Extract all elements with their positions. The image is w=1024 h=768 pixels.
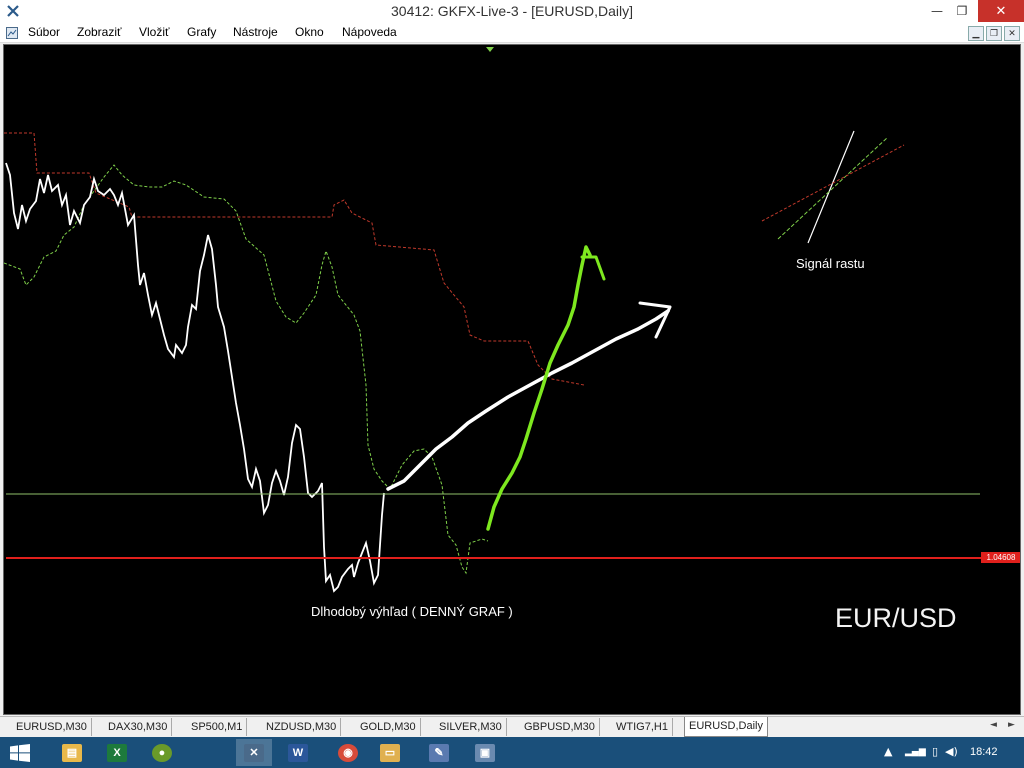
tab-eurusd-daily[interactable]: EURUSD,Daily (684, 717, 768, 737)
taskbar-app-7[interactable]: ▭ (372, 739, 408, 766)
chart-shift-marker (486, 47, 494, 52)
taskbar-app-2[interactable]: X (99, 739, 135, 766)
white-arrow-shaft (386, 309, 670, 491)
signal-line-white (807, 130, 855, 244)
battery-icon[interactable]: ▯ (932, 745, 938, 758)
menu-tools[interactable]: Nástroje (233, 25, 278, 39)
taskbar-app-3[interactable]: ● (144, 739, 180, 766)
paint-app-icon: ✎ (429, 743, 449, 762)
menu-help[interactable]: Nápoveda (342, 25, 397, 39)
taskbar-app-1[interactable]: ▤ (54, 739, 90, 766)
menu-file[interactable]: Súbor (28, 25, 60, 39)
signal-line-green (777, 136, 889, 240)
signal-line-red (761, 144, 905, 222)
menu-window[interactable]: Okno (295, 25, 324, 39)
red-dashed-line (4, 132, 585, 386)
tray-overflow-icon[interactable]: ▲ (884, 745, 892, 758)
menu-bar: Súbor Zobraziť Vložiť Grafy Nástroje Okn… (0, 23, 1024, 43)
chart-tab-bar: EURUSD,M30 DAX30,M30 SP500,M1 NZDUSD,M30… (0, 716, 1024, 737)
taskbar-app-6[interactable]: ◉ (330, 739, 366, 766)
title-bar: 30412: GKFX-Live-3 - [EURUSD,Daily] — ❐ … (0, 0, 1024, 23)
tab-eurusd-m30[interactable]: EURUSD,M30 (12, 718, 92, 736)
close-button[interactable]: ✕ (978, 0, 1024, 22)
chrome-icon: ◉ (338, 743, 358, 762)
tab-gbpusd-m30[interactable]: GBPUSD,M30 (520, 718, 600, 736)
metatrader-icon: ✕ (244, 743, 264, 762)
tab-wtig7-h1[interactable]: WTIG7,H1 (612, 718, 673, 736)
price-chart[interactable]: Signál rastu Dlhodobý výhľad ( DENNÝ GRA… (3, 44, 1021, 715)
green-globe-app-icon: ● (152, 743, 172, 762)
price-tag: 1.04608 (981, 552, 1020, 563)
green-dashed-line (4, 164, 489, 575)
word-icon: W (288, 743, 308, 762)
child-close-button[interactable]: ✕ (1004, 26, 1020, 41)
menu-charts[interactable]: Grafy (187, 25, 216, 39)
chart-document-icon[interactable] (5, 26, 19, 40)
green-arrow-head (580, 255, 606, 281)
taskbar-app-4[interactable]: ✕ (236, 739, 272, 766)
folder-icon: ▭ (380, 743, 400, 762)
tab-gold-m30[interactable]: GOLD,M30 (356, 718, 421, 736)
taskbar-clock[interactable]: 18:42 (970, 746, 998, 758)
volume-icon[interactable]: ◀) (945, 745, 958, 758)
tab-nzdusd-m30[interactable]: NZDUSD,M30 (262, 718, 342, 736)
windows-start-icon[interactable] (10, 744, 30, 762)
taskbar-app-5[interactable]: W (280, 739, 316, 766)
signal-annotation: Signál rastu (796, 256, 865, 271)
taskbar: ▤ X ● ✕ W ◉ ▭ ✎ ▣ ▲ ▂▄▆ ▯ ◀) 18:42 (0, 737, 1024, 768)
metatrader-window: 30412: GKFX-Live-3 - [EURUSD,Daily] — ❐ … (0, 0, 1024, 768)
menu-insert[interactable]: Vložiť (139, 25, 170, 39)
network-signal-icon[interactable]: ▂▄▆ (905, 747, 926, 757)
menu-view[interactable]: Zobraziť (77, 25, 122, 39)
window-title: 30412: GKFX-Live-3 - [EURUSD,Daily] (391, 3, 633, 19)
taskbar-app-9[interactable]: ▣ (467, 739, 503, 766)
metatrader-alt-icon: ▣ (475, 743, 495, 762)
excel-icon: X (107, 743, 127, 762)
green-arrow-shaft (486, 245, 592, 531)
file-explorer-icon: ▤ (62, 743, 82, 762)
taskbar-app-8[interactable]: ✎ (421, 739, 457, 766)
tab-silver-m30[interactable]: SILVER,M30 (435, 718, 507, 736)
tab-sp500-m1[interactable]: SP500,M1 (187, 718, 248, 736)
child-restore-button[interactable]: ❐ (986, 26, 1002, 41)
tab-dax30-m30[interactable]: DAX30,M30 (104, 718, 173, 736)
price-line (5, 162, 385, 593)
tab-scroll-right-icon[interactable]: ► (1008, 720, 1015, 730)
outlook-annotation: Dlhodobý výhľad ( DENNÝ GRAF ) (311, 604, 513, 619)
symbol-annotation: EUR/USD (835, 603, 957, 633)
maximize-button[interactable]: ❐ (947, 0, 977, 22)
child-minimize-button[interactable]: ▁ (968, 26, 984, 41)
tab-scroll-left-icon[interactable]: ◄ (990, 720, 997, 730)
